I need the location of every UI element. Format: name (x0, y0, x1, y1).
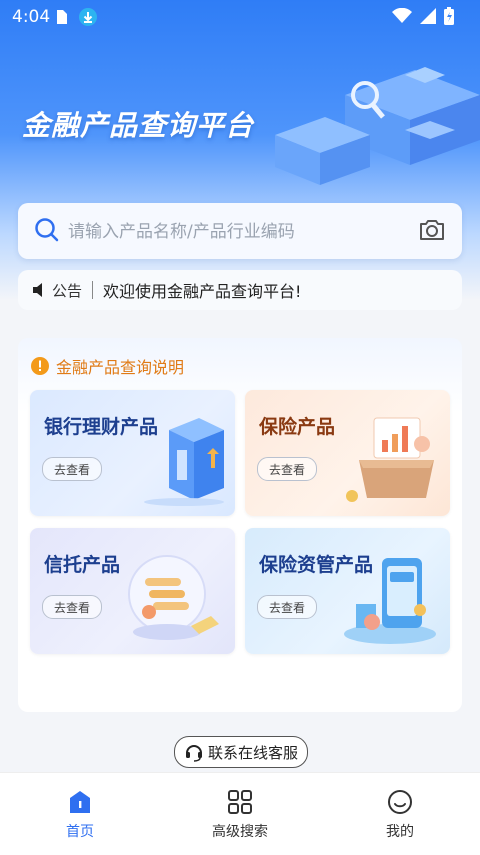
bottom-tab-bar: 首页 高级搜索 我的 (0, 772, 480, 855)
hero-illustration-icon (275, 67, 480, 185)
notice-bar[interactable]: 公告 欢迎使用金融产品查询平台! (18, 270, 462, 310)
tab-home[interactable]: 首页 (20, 789, 140, 841)
search-bar[interactable] (18, 203, 462, 259)
tab-advanced-search[interactable]: 高级搜索 (180, 789, 300, 841)
speaker-icon (33, 283, 42, 297)
status-bar: 4:04 (0, 0, 480, 34)
view-button[interactable]: 去查看 (257, 457, 317, 481)
download-icon (79, 8, 97, 26)
notice-divider (92, 281, 94, 299)
panel-header[interactable]: 金融产品查询说明 (30, 354, 184, 378)
cell-signal-icon (420, 8, 436, 24)
view-button[interactable]: 去查看 (42, 595, 102, 619)
notice-label: 公告 (52, 281, 83, 300)
view-button[interactable]: 去查看 (257, 595, 317, 619)
asset-mgmt-phone-icon (344, 558, 436, 644)
tab-label: 首页 (66, 824, 94, 840)
contact-label: 联系在线客服 (207, 743, 298, 762)
notice-text: 欢迎使用金融产品查询平台! (103, 282, 302, 301)
camera-icon[interactable] (418, 217, 446, 243)
card-title: 保险产品 (259, 416, 336, 438)
tab-label: 高级搜索 (212, 824, 268, 840)
tab-mine[interactable]: 我的 (340, 789, 460, 841)
tab-label: 我的 (386, 824, 414, 840)
headset-icon (185, 745, 202, 762)
grid-icon (228, 790, 252, 814)
sim-card-icon (57, 10, 67, 24)
status-left-icons (56, 7, 98, 27)
insurance-basket-icon (346, 417, 434, 502)
card-bank-wealth[interactable]: 银行理财产品 去查看 (30, 390, 235, 516)
search-input[interactable] (66, 211, 400, 253)
status-time: 4:04 (12, 7, 51, 27)
home-icon (70, 791, 90, 813)
contact-service-button[interactable]: 联系在线客服 (174, 736, 308, 768)
status-right-icons (392, 7, 454, 25)
battery-icon (444, 7, 454, 25)
trust-globe-icon (128, 555, 219, 640)
warning-icon (31, 357, 49, 375)
smile-icon (388, 790, 412, 814)
wifi-icon (392, 8, 412, 23)
card-insurance-asset-mgmt[interactable]: 保险资管产品 去查看 (245, 528, 450, 654)
card-title: 信托产品 (44, 554, 121, 576)
card-trust[interactable]: 信托产品 去查看 (30, 528, 235, 654)
hero-title: 金融产品查询平台 (22, 109, 255, 142)
search-icon (35, 218, 59, 242)
notice-label-wrap: 公告 (18, 280, 82, 301)
panel-header-label: 金融产品查询说明 (56, 358, 185, 377)
product-panel: 金融产品查询说明 银行理财产品 去查看 保险产品 去查看 信托产品 去查看 保险… (18, 338, 462, 712)
bank-building-icon (144, 418, 224, 506)
card-insurance[interactable]: 保险产品 去查看 (245, 390, 450, 516)
view-button[interactable]: 去查看 (42, 457, 102, 481)
